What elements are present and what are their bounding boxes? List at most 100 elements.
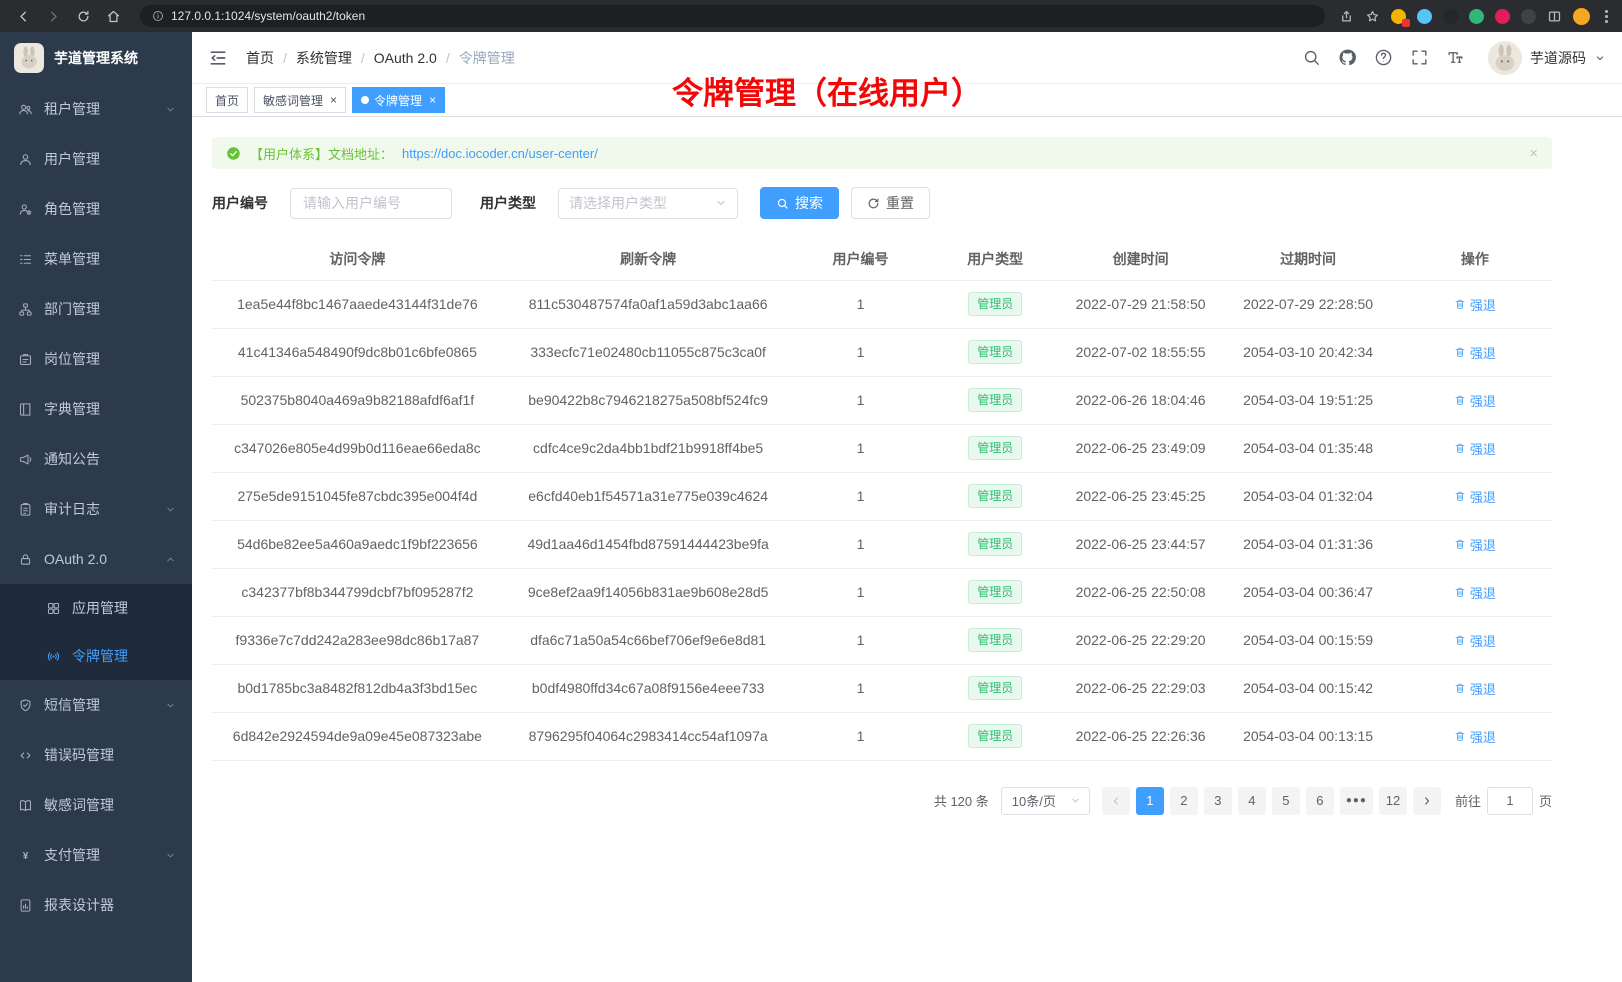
prev-page-button[interactable] (1102, 787, 1130, 815)
refresh-token-cell: b0df4980ffd34c67a08f9156e4eee733 (503, 664, 794, 712)
goto-label: 前往 (1455, 791, 1481, 810)
tab-sensitive-word[interactable]: 敏感词管理× (254, 87, 346, 113)
sidebar-item-notice[interactable]: 通知公告 (0, 434, 192, 484)
extension-icon[interactable] (1521, 9, 1536, 24)
sidebar-item-pay[interactable]: ¥支付管理 (0, 830, 192, 880)
split-window-icon[interactable] (1547, 9, 1562, 24)
fullscreen-icon[interactable] (1410, 48, 1429, 67)
table-row: c347026e805e4d99b0d116eae66eda8ccdfc4ce9… (212, 424, 1552, 472)
breadcrumb-item[interactable]: OAuth 2.0 (374, 50, 437, 66)
sidebar-item-oauth2-token[interactable]: 令牌管理 (0, 632, 192, 680)
sidebar-item-tenant[interactable]: 租户管理 (0, 84, 192, 134)
table-column-header: 过期时间 (1218, 239, 1398, 280)
table-column-header: 操作 (1398, 239, 1552, 280)
help-icon[interactable] (1374, 48, 1393, 67)
user-id-input[interactable] (290, 188, 452, 219)
create-time-cell: 2022-06-26 18:04:46 (1063, 376, 1218, 424)
user-type-placeholder: 请选择用户类型 (569, 193, 667, 213)
force-logout-label: 强退 (1470, 535, 1496, 554)
extension-icon[interactable] (1443, 9, 1458, 24)
force-logout-button[interactable]: 强退 (1454, 439, 1496, 458)
sidebar-item-dict[interactable]: 字典管理 (0, 384, 192, 434)
force-logout-button[interactable]: 强退 (1454, 295, 1496, 314)
user-type-select[interactable]: 请选择用户类型 (558, 188, 738, 219)
chevron-left-icon (1110, 795, 1122, 807)
sidebar-item-oauth2-app[interactable]: 应用管理 (0, 584, 192, 632)
sidebar-item-oauth2[interactable]: OAuth 2.0 (0, 534, 192, 584)
page-button-4[interactable]: 4 (1238, 787, 1266, 815)
caret-down-icon (1594, 52, 1606, 64)
page-button-5[interactable]: 5 (1272, 787, 1300, 815)
extension-icon[interactable] (1417, 9, 1432, 24)
user-type-tag: 管理员 (968, 580, 1022, 604)
sidebar-item-report[interactable]: 报表设计器 (0, 880, 192, 930)
sidebar-item-audit-log[interactable]: 审计日志 (0, 484, 192, 534)
bookmark-star-icon[interactable] (1365, 9, 1380, 24)
browser-back-button[interactable] (10, 3, 36, 29)
close-alert-icon[interactable]: × (1529, 146, 1538, 161)
sidebar-item-user[interactable]: 用户管理 (0, 134, 192, 184)
expire-time-cell: 2054-03-04 00:13:15 (1218, 712, 1398, 760)
sidebar-item-post[interactable]: 岗位管理 (0, 334, 192, 384)
force-logout-label: 强退 (1470, 679, 1496, 698)
close-tab-icon[interactable]: × (429, 94, 436, 106)
address-bar[interactable]: 127.0.0.1:1024/system/oauth2/token (140, 5, 1325, 27)
search-icon[interactable] (1302, 48, 1321, 67)
search-icon (776, 197, 789, 210)
collapse-sidebar-icon[interactable] (208, 48, 228, 68)
extension-icon[interactable] (1495, 9, 1510, 24)
tab-oauth2-token[interactable]: 令牌管理× (352, 87, 445, 113)
force-logout-button[interactable]: 强退 (1454, 679, 1496, 698)
browser-forward-button[interactable] (40, 3, 66, 29)
goto-page-input[interactable] (1487, 787, 1533, 815)
force-logout-button[interactable]: 强退 (1454, 535, 1496, 554)
more-pages-button[interactable]: ●●● (1340, 787, 1373, 815)
sidebar-item-sensitive-word[interactable]: 敏感词管理 (0, 780, 192, 830)
menu-icon (18, 252, 33, 267)
search-button[interactable]: 搜索 (760, 187, 839, 219)
force-logout-button[interactable]: 强退 (1454, 391, 1496, 410)
browser-menu-icon[interactable] (1601, 10, 1612, 23)
share-icon[interactable] (1339, 9, 1354, 24)
browser-reload-button[interactable] (70, 3, 96, 29)
page-button-2[interactable]: 2 (1170, 787, 1198, 815)
browser-profile-avatar[interactable] (1573, 8, 1590, 25)
table-column-header: 刷新令牌 (503, 239, 794, 280)
force-logout-button[interactable]: 强退 (1454, 487, 1496, 506)
user-menu[interactable]: 芋道源码 (1488, 41, 1606, 75)
expire-time-cell: 2054-03-04 00:15:42 (1218, 664, 1398, 712)
breadcrumb-item[interactable]: 系统管理 (296, 48, 352, 68)
doc-link[interactable]: https://doc.iocoder.cn/user-center/ (402, 146, 598, 161)
force-logout-button[interactable]: 强退 (1454, 727, 1496, 746)
app-logo[interactable]: 芋道管理系统 (0, 32, 192, 84)
page-button-12[interactable]: 12 (1379, 787, 1407, 815)
close-tab-icon[interactable]: × (330, 94, 337, 106)
table-row: b0d1785bc3a8482f812db4a3f3bd15ecb0df4980… (212, 664, 1552, 712)
url-text: 127.0.0.1:1024/system/oauth2/token (171, 9, 365, 23)
page-button-3[interactable]: 3 (1204, 787, 1232, 815)
force-logout-button[interactable]: 强退 (1454, 583, 1496, 602)
force-logout-label: 强退 (1470, 439, 1496, 458)
sidebar-item-sms[interactable]: 短信管理 (0, 680, 192, 730)
sidebar-item-error-code[interactable]: 错误码管理 (0, 730, 192, 780)
extension-icon[interactable] (1469, 9, 1484, 24)
page-button-1[interactable]: 1 (1136, 787, 1164, 815)
force-logout-label: 强退 (1470, 343, 1496, 362)
font-size-icon[interactable] (1446, 48, 1465, 67)
sidebar-item-menu[interactable]: 菜单管理 (0, 234, 192, 284)
page-button-6[interactable]: 6 (1306, 787, 1334, 815)
sidebar-item-dept[interactable]: 部门管理 (0, 284, 192, 334)
action-cell: 强退 (1398, 280, 1552, 328)
force-logout-button[interactable]: 强退 (1454, 631, 1496, 650)
tab-home[interactable]: 首页 (206, 87, 248, 113)
refresh-token-cell: dfa6c71a50a54c66bef706ef9e6e8d81 (503, 616, 794, 664)
reset-button[interactable]: 重置 (851, 187, 930, 219)
extension-icon[interactable] (1391, 9, 1406, 24)
breadcrumb-item[interactable]: 首页 (246, 48, 274, 68)
github-icon[interactable] (1338, 48, 1357, 67)
page-size-select[interactable]: 10条/页 (1001, 787, 1090, 815)
browser-home-button[interactable] (100, 3, 126, 29)
next-page-button[interactable] (1413, 787, 1441, 815)
force-logout-button[interactable]: 强退 (1454, 343, 1496, 362)
sidebar-item-role[interactable]: 角色管理 (0, 184, 192, 234)
